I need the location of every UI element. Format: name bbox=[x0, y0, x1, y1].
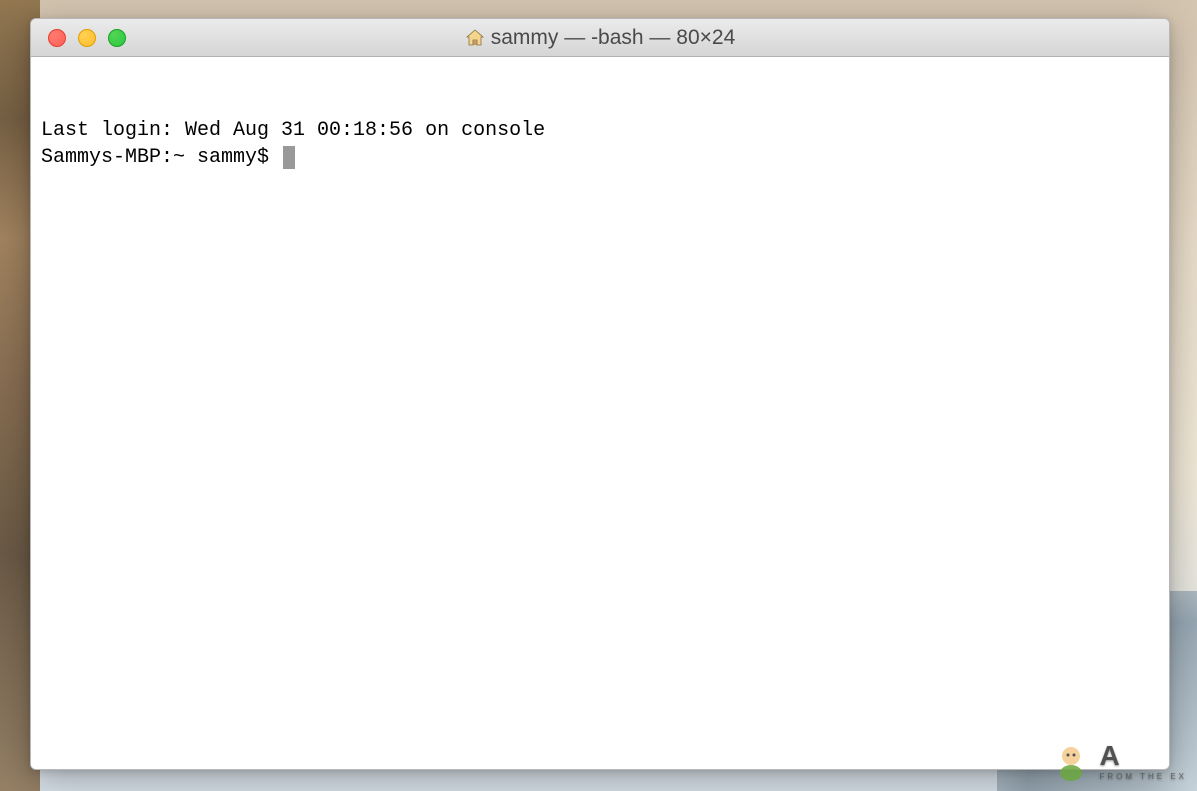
terminal-cursor bbox=[283, 146, 295, 169]
terminal-output-line: Last login: Wed Aug 31 00:18:56 on conso… bbox=[41, 117, 1159, 144]
watermark: A FROM THE EX bbox=[1051, 740, 1187, 781]
maximize-button[interactable] bbox=[108, 29, 126, 47]
traffic-lights bbox=[31, 29, 126, 47]
terminal-prompt-line: Sammys-MBP:~ sammy$ bbox=[41, 144, 1159, 171]
window-title: sammy — -bash — 80×24 bbox=[31, 26, 1169, 50]
terminal-window: sammy — -bash — 80×24 Last login: Wed Au… bbox=[30, 18, 1170, 770]
watermark-logo-icon bbox=[1051, 741, 1091, 781]
watermark-brand: A bbox=[1099, 740, 1187, 772]
minimize-button[interactable] bbox=[78, 29, 96, 47]
watermark-text: A FROM THE EX bbox=[1099, 740, 1187, 781]
window-title-text: sammy — -bash — 80×24 bbox=[491, 26, 736, 50]
close-button[interactable] bbox=[48, 29, 66, 47]
watermark-tagline: FROM THE EX bbox=[1099, 772, 1187, 781]
window-title-bar[interactable]: sammy — -bash — 80×24 bbox=[31, 19, 1169, 57]
terminal-prompt: Sammys-MBP:~ sammy$ bbox=[41, 144, 281, 171]
terminal-content[interactable]: Last login: Wed Aug 31 00:18:56 on conso… bbox=[31, 57, 1169, 769]
home-icon bbox=[465, 28, 485, 48]
